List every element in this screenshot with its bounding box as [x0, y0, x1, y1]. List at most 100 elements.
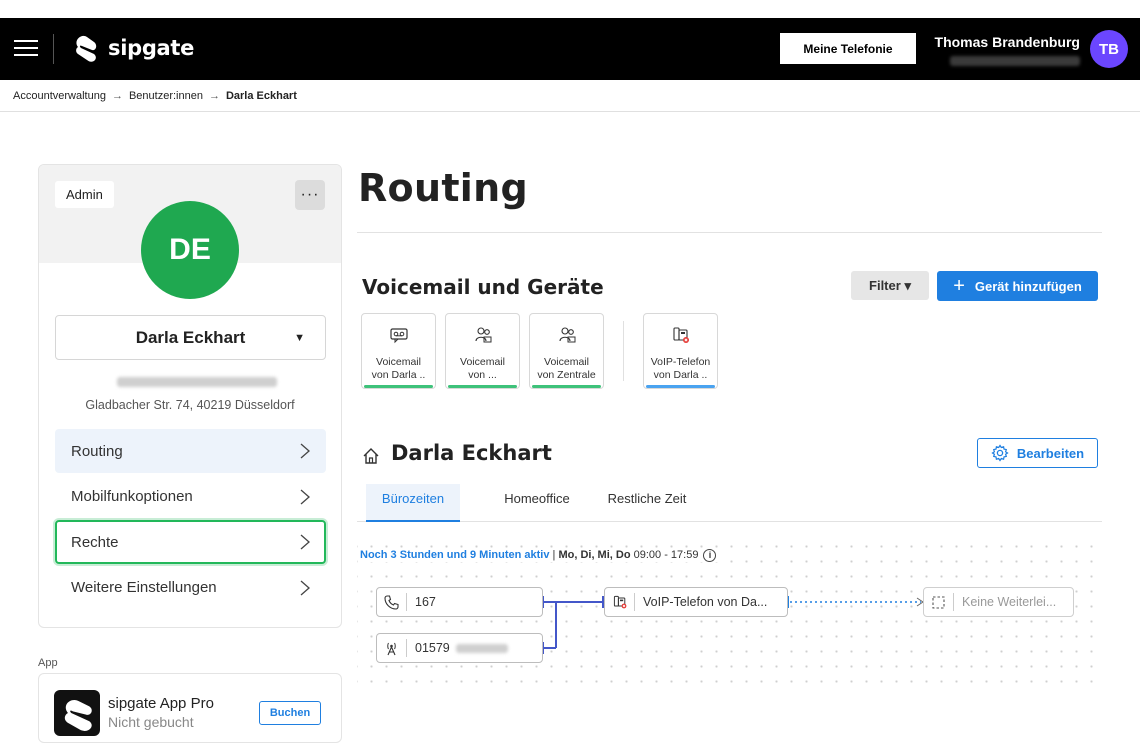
selected-user-name: Darla Eckhart: [135, 327, 246, 347]
app-header: sipgate Meine Telefonie Thomas Brandenbu…: [0, 18, 1140, 80]
tab-buerozeiten[interactable]: Bürozeiten: [366, 484, 460, 522]
user-sidebar: Admin ··· DE Darla Eckhart ▼ Gladbacher …: [38, 164, 342, 628]
time-tabs: Bürozeiten Homeoffice Restliche Zeit: [357, 484, 1102, 522]
status-bar: [532, 385, 601, 388]
user-info[interactable]: Thomas Brandenburg: [935, 34, 1080, 66]
mobile-number-prefix: 01579: [415, 641, 450, 655]
app-title: sipgate App Pro: [108, 695, 214, 712]
edit-button[interactable]: Bearbeiten: [977, 438, 1098, 468]
device-list: Voicemail von Darla .. Voicemail von ... V…: [361, 313, 718, 389]
caret-down-icon: ▾: [904, 277, 911, 293]
sidebar-item-routing[interactable]: Routing: [55, 429, 326, 473]
device-card[interactable]: VoIP-Telefon von Darla ..: [643, 313, 718, 389]
sidebar-item-label: Rechte: [71, 533, 119, 551]
chevron-right-icon: [300, 443, 310, 459]
status-bar: [448, 385, 517, 388]
app-card: sipgate App Pro Nicht gebucht Buchen: [38, 673, 342, 743]
add-device-button[interactable]: + Gerät hinzufügen: [937, 271, 1098, 301]
phone-icon: [384, 594, 399, 610]
voip-phone-icon: [613, 595, 626, 609]
device-label-line1: VoIP-Telefon: [650, 356, 711, 368]
forwarding-label: Keine Weiterlei...: [962, 595, 1057, 609]
voicemail-icon: [389, 328, 408, 344]
forwarding-node[interactable]: Keine Weiterlei...: [923, 587, 1074, 617]
sipgate-logo[interactable]: sipgate: [74, 34, 194, 62]
header-divider: [53, 34, 54, 64]
device-label-line1: Voicemail: [460, 356, 505, 368]
mobile-number-redacted: [455, 644, 508, 654]
chevron-right-icon: [300, 489, 310, 504]
phone-number: 167: [415, 595, 436, 609]
status-bar: [364, 385, 433, 388]
app-subtitle: Nicht gebucht: [108, 714, 194, 730]
device-label-line2: von Darla ..: [653, 369, 708, 381]
mobile-number-node[interactable]: 01579: [376, 633, 543, 663]
tab-restliche-zeit[interactable]: Restliche Zeit: [594, 484, 700, 519]
device-label-line1: Voicemail: [376, 356, 421, 368]
user-address: Gladbacher Str. 74, 40219 Düsseldorf: [85, 398, 295, 412]
device-label-line2: von ...: [468, 369, 497, 381]
breadcrumb: Accountverwaltung → Benutzer:innen → Dar…: [0, 80, 1140, 112]
tab-homeoffice[interactable]: Homeoffice: [477, 484, 597, 519]
sidebar-nav: Routing Mobilfunkoptionen Rechte Weitere…: [55, 429, 326, 611]
device-card[interactable]: Voicemail von Darla ..: [361, 313, 436, 389]
plus-icon: +: [953, 275, 965, 297]
app-section-label: App: [38, 657, 58, 669]
chevron-right-icon: [300, 534, 310, 550]
sidebar-item-label: Routing: [71, 442, 123, 460]
breadcrumb-benutzer[interactable]: Benutzer:innen: [129, 90, 203, 102]
sipgate-logo-icon: [76, 35, 97, 62]
filter-label: Filter: [869, 277, 901, 293]
top-spacer: [0, 0, 1140, 18]
arrow-right-icon: →: [111, 89, 123, 102]
device-divider: [623, 321, 624, 381]
device-label-line2: von Darla ..: [371, 369, 426, 381]
empty-target-icon: [932, 595, 945, 609]
phone-number-node[interactable]: 167: [376, 587, 543, 617]
breadcrumb-current: Darla Eckhart: [225, 89, 297, 102]
sidebar-item-label: Weitere Einstellungen: [71, 579, 217, 596]
section-title: Voicemail und Geräte: [362, 275, 604, 299]
logo-text: sipgate: [108, 36, 195, 60]
arrow-right-icon: →: [208, 89, 220, 102]
routing-canvas: Noch 3 Stunden und 9 Minuten aktiv | Mo,…: [357, 536, 1102, 684]
device-label-line2: von Zentrale: [537, 369, 596, 381]
status-bar: [646, 385, 715, 388]
user-name: Thomas Brandenburg: [934, 34, 1080, 50]
sidebar-item-rechte[interactable]: Rechte: [55, 520, 326, 564]
more-options-button[interactable]: ···: [295, 180, 325, 210]
antenna-icon: [387, 642, 396, 655]
role-badge: Admin: [55, 181, 114, 208]
edit-label: Bearbeiten: [1016, 445, 1085, 461]
email-redacted: [117, 377, 277, 387]
meine-telefonie-button[interactable]: Meine Telefonie: [780, 33, 916, 64]
voip-phone-icon: [672, 327, 689, 343]
device-card[interactable]: Voicemail von Zentrale: [529, 313, 604, 389]
customer-number-redacted: [950, 56, 1080, 66]
group-icon: [558, 327, 575, 343]
buchen-button[interactable]: Buchen: [259, 701, 321, 725]
user-avatar[interactable]: TB: [1090, 30, 1128, 68]
filter-button[interactable]: Filter ▾: [851, 271, 929, 300]
title-divider: [357, 232, 1102, 233]
breadcrumb-accountverwaltung[interactable]: Accountverwaltung: [13, 90, 106, 102]
device-card[interactable]: Voicemail von ...: [445, 313, 520, 389]
sidebar-item-label: Mobilfunkoptionen: [71, 488, 193, 505]
user-select-dropdown[interactable]: Darla Eckhart ▼: [55, 315, 326, 360]
voip-device-node[interactable]: VoIP-Telefon von Da...: [604, 587, 788, 617]
page-title: Routing: [358, 166, 528, 210]
gear-icon: [991, 444, 1009, 462]
add-device-label: Gerät hinzufügen: [974, 278, 1082, 294]
chevron-right-icon: [300, 580, 310, 595]
sidebar-item-mobilfunkoptionen[interactable]: Mobilfunkoptionen: [55, 475, 326, 519]
caret-down-icon: ▼: [294, 332, 305, 344]
sidebar-item-weitere-einstellungen[interactable]: Weitere Einstellungen: [55, 566, 326, 610]
mobile-number: 01579: [407, 641, 508, 655]
device-label-line1: Voicemail: [544, 356, 589, 368]
routing-owner-title: Darla Eckhart: [391, 441, 552, 465]
menu-icon[interactable]: [14, 40, 38, 58]
group-icon: [474, 327, 491, 343]
voip-device-label: VoIP-Telefon von Da...: [643, 595, 768, 609]
user-avatar-large: DE: [141, 201, 239, 299]
home-icon: [363, 448, 379, 464]
